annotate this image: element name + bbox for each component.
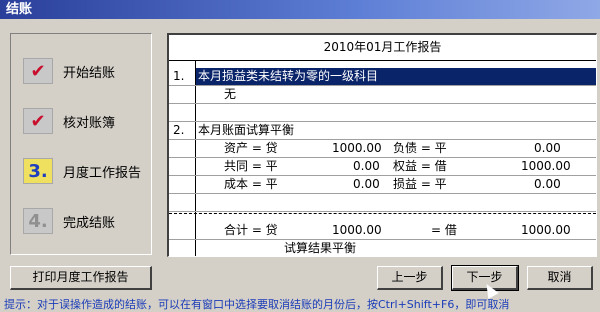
cancel-button[interactable]: 取消 [527, 266, 593, 290]
dashed-divider [169, 213, 596, 214]
common-value: 0.00 [353, 159, 380, 173]
report-row: 资产 = 贷 1000.00 负债 = 平 0.00 [169, 140, 596, 158]
hint-text: 提示：对于误操作造成的结账，可以在有窗口中选择要取消结账的月份后，按Ctrl+S… [4, 298, 510, 311]
report-item-label: 本月损益类未结转为零的一级科目 [196, 68, 596, 85]
report-row: 成本 = 平 0.00 损益 = 平 0.00 [169, 176, 596, 194]
cost-value: 0.00 [353, 177, 380, 191]
step-finish-closing: 4. 完成结账 [23, 204, 115, 238]
total2-value: 1000.00 [521, 223, 571, 237]
report-row: 试算结果平衡 [169, 240, 596, 256]
assets-value: 1000.00 [332, 141, 382, 155]
check-pencil-icon: ✔ [23, 108, 53, 134]
equity-value: 1000.00 [521, 159, 571, 173]
equity-label: 权益 = 借 [393, 159, 447, 173]
row-number: 1. [173, 69, 185, 83]
row-number: 2. [173, 123, 185, 137]
report-title: 2010年01月工作报告 [169, 35, 596, 61]
print-report-button[interactable]: 打印月度工作报告 [10, 266, 152, 290]
total-value: 1000.00 [332, 223, 382, 237]
step-label: 核对账簿 [63, 115, 116, 131]
step-check-books: ✔ 核对账簿 [23, 104, 115, 138]
step-label: 完成结账 [63, 215, 116, 231]
liabilities-value: 0.00 [534, 141, 561, 155]
total2-label: = 借 [431, 223, 457, 237]
step-label: 月度工作报告 [63, 165, 142, 181]
report-row: 2. 本月账面试算平衡 [169, 122, 596, 140]
step-start-closing: ✔ 开始结账 [23, 54, 115, 88]
balance-result: 试算结果平衡 [284, 241, 357, 255]
assets-label: 资产 = 贷 [224, 141, 278, 155]
step-monthly-report: 3. 月度工作报告 [23, 154, 141, 188]
total-label: 合计 = 贷 [224, 223, 278, 237]
pl-label: 损益 = 平 [393, 177, 447, 191]
common-label: 共同 = 平 [224, 159, 278, 173]
report-panel: 2010年01月工作报告 1. 本月损益类未结转为零的一级科目 无 2. 本月账… [167, 33, 597, 257]
window-title: 结账 [0, 0, 600, 19]
step-4-icon: 4. [23, 208, 53, 234]
report-row: 1. 本月损益类未结转为零的一级科目 [169, 68, 596, 86]
report-item-value: 无 [224, 87, 237, 101]
report-item-label: 本月账面试算平衡 [198, 123, 295, 137]
cost-label: 成本 = 平 [224, 177, 278, 191]
report-row [169, 104, 596, 122]
step-panel: ✔ 开始结账 ✔ 核对账簿 3. 月度工作报告 4. 完成结账 [10, 33, 152, 255]
pl-value: 0.00 [534, 177, 561, 191]
report-row: 无 [169, 86, 596, 104]
step-3-icon: 3. [23, 158, 53, 184]
report-row [169, 194, 596, 212]
step-label: 开始结账 [63, 65, 116, 81]
check-pencil-icon: ✔ [23, 58, 53, 84]
prev-step-button[interactable]: 上一步 [377, 266, 443, 290]
report-row: 共同 = 平 0.00 权益 = 借 1000.00 [169, 158, 596, 176]
report-row: 合计 = 贷 1000.00 = 借 1000.00 [169, 222, 596, 240]
liabilities-label: 负债 = 平 [393, 141, 447, 155]
